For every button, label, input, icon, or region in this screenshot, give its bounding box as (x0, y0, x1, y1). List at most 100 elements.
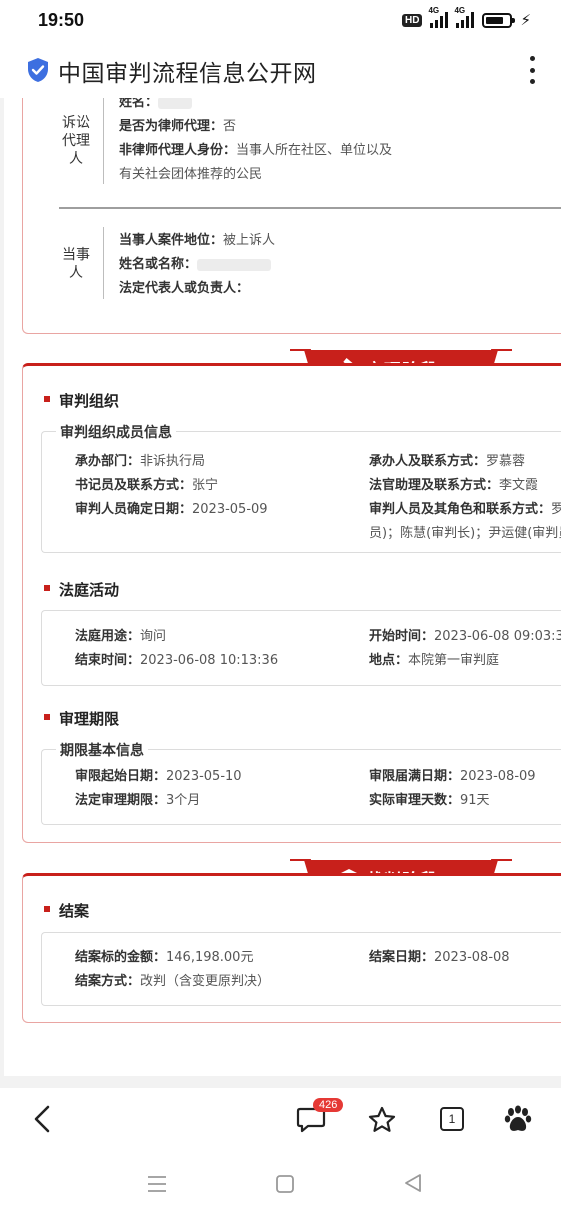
party-label: 当事人 (62, 247, 90, 281)
begin-date-key: 审限起始日期： (75, 769, 167, 784)
handler-key: 承办人及联系方式： (369, 454, 487, 469)
browser-bottom-nav (0, 1088, 561, 1154)
trial-org-legend: 审判组织成员信息 (56, 422, 176, 442)
confirm-date-key: 审判人员确定日期： (75, 502, 193, 517)
comment-count-badge: 426 (313, 1098, 344, 1112)
deadline-legend: 期限基本信息 (56, 740, 148, 760)
clerk-field: 书记员及联系方式：张宁 (75, 477, 218, 495)
party-position-val: 被上诉人 (223, 233, 276, 248)
agent-identity-field: 非律师代理人身份：当事人所在社区、单位以及 (119, 142, 392, 160)
agent-label: 诉讼 代理人 (62, 115, 90, 167)
closing-fieldset: 结案标的金额：146,198.00元 结案日期：2023-08-08 结案方式：… (41, 932, 561, 1006)
trial-org-title: 审判组织 (43, 392, 120, 410)
expire-date-key: 审限届满日期： (369, 769, 461, 784)
amount-key: 结案标的金额： (75, 950, 167, 965)
more-menu-icon[interactable] (527, 56, 537, 84)
expire-date-field: 审限届满日期：2023-08-09 (369, 768, 536, 786)
page-content: 诉讼 代理人 姓名： 是否为律师代理：否 非律师代理人身份：当事人所在社区、单位以… (4, 98, 561, 1076)
home-square-icon[interactable] (275, 1174, 295, 1194)
purpose-field: 法庭用途：询问 (75, 628, 166, 646)
assistant-val: 李文霞 (499, 478, 539, 493)
page-title: 中国审判流程信息公开网 (58, 61, 317, 87)
confirm-date-val: 2023-05-09 (192, 502, 268, 517)
party-divider (103, 227, 104, 299)
amount-val: 146,198.00元 (166, 950, 254, 965)
confirm-date-field: 审判人员确定日期：2023-05-09 (75, 501, 268, 519)
legal-term-key: 法定审理期限： (75, 793, 167, 808)
purpose-key: 法庭用途： (75, 629, 141, 644)
agent-divider (103, 98, 104, 184)
place-field: 地点：本院第一审判庭 (369, 652, 499, 670)
shield-check-icon (28, 58, 48, 82)
deadline-fieldset: 期限基本信息 审限起始日期：2023-05-10 审限届满日期：2023-08-… (41, 740, 561, 825)
charging-icon: ⚡ (520, 11, 531, 29)
judges-val: 罗 (551, 502, 561, 517)
actual-days-val: 91天 (460, 793, 490, 808)
closing-title: 结案 (43, 902, 90, 920)
begin-date-val: 2023-05-10 (166, 769, 242, 784)
battery-icon (482, 12, 516, 28)
agent-is-lawyer-val: 否 (223, 119, 237, 134)
redacted-party-name (197, 258, 272, 271)
deadline-title: 审理期限 (43, 710, 120, 728)
party-rep-field: 法定代表人或负责人： (119, 280, 249, 298)
assistant-key: 法官助理及联系方式： (369, 478, 500, 493)
party-card: 诉讼 代理人 姓名： 是否为律师代理：否 非律师代理人身份：当事人所在社区、单位以… (22, 98, 561, 334)
judges-key: 审判人员及其角色和联系方式： (369, 502, 552, 517)
hd-icon: HD (402, 13, 423, 27)
start-time-val: 2023-06-08 09:03:38 (434, 629, 561, 644)
closing-date-key: 结案日期： (369, 950, 435, 965)
tabs-button[interactable]: 1 (440, 1107, 464, 1131)
judges-field: 审判人员及其角色和联系方式：罗 (369, 501, 561, 519)
end-time-field: 结束时间：2023-06-08 10:13:36 (75, 652, 278, 670)
status-time: 19:50 (38, 10, 85, 30)
paw-icon[interactable] (503, 1105, 533, 1135)
menu-lines-icon[interactable] (146, 1174, 168, 1194)
party-position-key: 当事人案件地位： (119, 233, 224, 248)
signal-icon-2: 4G (454, 6, 475, 28)
court-activity-fieldset: 法庭用途：询问 开始时间：2023-06-08 09:03:38 结束时间：20… (41, 610, 561, 686)
status-icons: HD 4G 4G ⚡ (402, 6, 531, 29)
legal-term-field: 法定审理期限：3个月 (75, 792, 200, 810)
party-position-field: 当事人案件地位：被上诉人 (119, 232, 275, 250)
judges-field-line2: 员)；陈慧(审判长)；尹运健(审判员) (369, 525, 561, 543)
agent-is-lawyer-field: 是否为律师代理：否 (119, 118, 236, 136)
actual-days-field: 实际审理天数：91天 (369, 792, 490, 810)
redacted-name (158, 98, 193, 109)
agent-name-key: 姓名： (119, 98, 159, 110)
dept-key: 承办部门： (75, 454, 141, 469)
party-rep-key: 法定代表人或负责人： (119, 281, 250, 296)
legal-term-val: 3个月 (166, 793, 201, 808)
agent-identity-val-2: 有关社会团体推荐的公民 (119, 167, 263, 182)
star-icon[interactable] (367, 1105, 397, 1135)
closing-method-field: 结案方式：改判（含变更原判决） (75, 973, 270, 991)
place-val: 本院第一审判庭 (408, 653, 500, 668)
dept-val: 非诉执行局 (140, 454, 206, 469)
expire-date-val: 2023-08-09 (460, 769, 536, 784)
trial-org-fieldset: 审判组织成员信息 承办部门：非诉执行局 承办人及联系方式：罗慕蓉 书记员及联系方… (41, 422, 561, 553)
begin-date-field: 审限起始日期：2023-05-10 (75, 768, 242, 786)
closing-method-key: 结案方式： (75, 974, 141, 989)
back-arrow-icon[interactable] (32, 1104, 52, 1134)
agent-is-lawyer-key: 是否为律师代理： (119, 119, 224, 134)
judges-val-2: 员)；陈慧(审判长)；尹运健(审判员) (369, 526, 561, 541)
party-separator (59, 207, 561, 209)
network-type: 4G (428, 6, 440, 15)
dept-field: 承办部门：非诉执行局 (75, 453, 205, 471)
handler-field: 承办人及联系方式：罗慕蓉 (369, 453, 525, 471)
start-time-field: 开始时间：2023-06-08 09:03:38 (369, 628, 561, 646)
closing-method-val: 改判（含变更原判决） (140, 974, 271, 989)
agent-identity-key: 非律师代理人身份： (119, 143, 237, 158)
judgment-stage-card: 结案 结案标的金额：146,198.00元 结案日期：2023-08-08 结案… (22, 873, 561, 1023)
agent-identity-val: 当事人所在社区、单位以及 (236, 143, 393, 158)
party-name-key: 姓名或名称： (119, 257, 198, 272)
party-name-field: 姓名或名称： (119, 256, 272, 274)
amount-field: 结案标的金额：146,198.00元 (75, 949, 253, 967)
start-time-key: 开始时间： (369, 629, 435, 644)
assistant-field: 法官助理及联系方式：李文霞 (369, 477, 538, 495)
end-time-key: 结束时间： (75, 653, 141, 668)
back-triangle-icon[interactable] (402, 1172, 424, 1194)
actual-days-key: 实际审理天数： (369, 793, 461, 808)
clerk-val: 张宁 (192, 478, 219, 493)
trial-stage-card: 审判组织 审判组织成员信息 承办部门：非诉执行局 承办人及联系方式：罗慕蓉 书记… (22, 363, 561, 843)
